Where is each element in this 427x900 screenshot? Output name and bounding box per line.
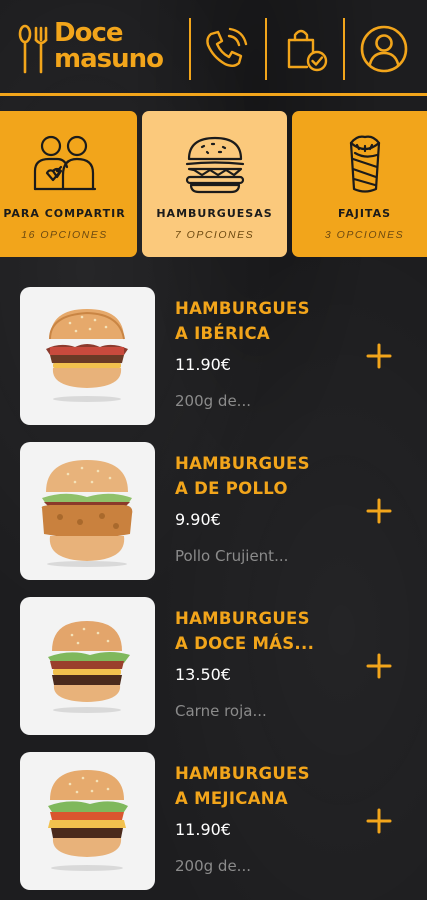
phone-icon[interactable] [201, 24, 251, 74]
plus-icon[interactable] [365, 497, 393, 525]
brand-logo[interactable]: Doce masuno [16, 20, 181, 80]
product-description: Carne roja... [175, 702, 267, 720]
product-price: 11.90€ [175, 355, 231, 374]
category-label: HAMBURGUESAS [156, 207, 273, 220]
product-name: HAMBURGUES A MEJICANA [175, 761, 335, 811]
utensils-logo-icon [18, 24, 48, 74]
logo-wordmark: Doce masuno [54, 18, 164, 74]
category-label: FAJITAS [337, 207, 392, 220]
category-count: 16 OPCIONES [21, 229, 108, 241]
product-card-hamburguesa-iberica[interactable]: HAMBURGUES A IBÉRICA 11.90€ 200g de... [20, 287, 420, 425]
plus-icon[interactable] [365, 652, 393, 680]
product-name-line-2: A DE POLLO [175, 479, 288, 498]
burger-icon [185, 136, 244, 194]
product-description: 200g de... [175, 392, 251, 410]
header-divider [343, 18, 345, 80]
fajita-wrap-icon [349, 135, 380, 193]
plus-icon[interactable] [365, 807, 393, 835]
product-name-line-1: HAMBURGUES [175, 764, 310, 783]
product-card-hamburguesa-mejicana[interactable]: HAMBURGUES A MEJICANA 11.90€ 200g de... [20, 752, 420, 890]
product-description: Pollo Crujient... [175, 547, 289, 565]
app-header: Doce masuno [0, 0, 427, 96]
product-image [20, 442, 155, 580]
product-image [20, 287, 155, 425]
category-label: PARA COMPARTIR [3, 207, 126, 220]
shopping-bag-check-icon[interactable] [281, 24, 331, 74]
product-price: 13.50€ [175, 665, 231, 684]
product-name: HAMBURGUES A DE POLLO [175, 451, 335, 501]
product-image [20, 752, 155, 890]
product-name-line-1: HAMBURGUES [175, 609, 310, 628]
product-name-line-1: HAMBURGUES [175, 299, 310, 318]
logo-line-1: Doce [54, 18, 124, 48]
category-count: 3 OPCIONES [324, 229, 405, 241]
product-name-line-1: HAMBURGUES [175, 454, 310, 473]
category-hamburguesas[interactable]: HAMBURGUESAS 7 OPCIONES [142, 111, 287, 257]
sharing-people-icon [33, 135, 96, 191]
category-carousel: PARA COMPARTIR 16 OPCIONES HAMBURGUESAS … [0, 111, 427, 257]
product-name-line-2: A IBÉRICA [175, 324, 270, 343]
product-image [20, 597, 155, 735]
plus-icon[interactable] [365, 342, 393, 370]
category-para-compartir[interactable]: PARA COMPARTIR 16 OPCIONES [0, 111, 137, 257]
product-price: 11.90€ [175, 820, 231, 839]
header-divider [265, 18, 267, 80]
category-fajitas[interactable]: FAJITAS 3 OPCIONES [292, 111, 427, 257]
category-count: 7 OPCIONES [174, 229, 255, 241]
product-name: HAMBURGUES A DOCE MÁS... [175, 606, 335, 656]
product-card-hamburguesa-doce-mas[interactable]: HAMBURGUES A DOCE MÁS... 13.50€ Carne ro… [20, 597, 420, 735]
product-name-line-2: A MEJICANA [175, 789, 288, 808]
header-divider [189, 18, 191, 80]
product-name-line-2: A DOCE MÁS... [175, 634, 315, 653]
product-name: HAMBURGUES A IBÉRICA [175, 296, 335, 346]
user-icon[interactable] [359, 24, 409, 74]
logo-line-2: masuno [54, 44, 164, 74]
product-description: 200g de... [175, 857, 251, 875]
product-price: 9.90€ [175, 510, 221, 529]
product-card-hamburguesa-de-pollo[interactable]: HAMBURGUES A DE POLLO 9.90€ Pollo Crujie… [20, 442, 420, 580]
